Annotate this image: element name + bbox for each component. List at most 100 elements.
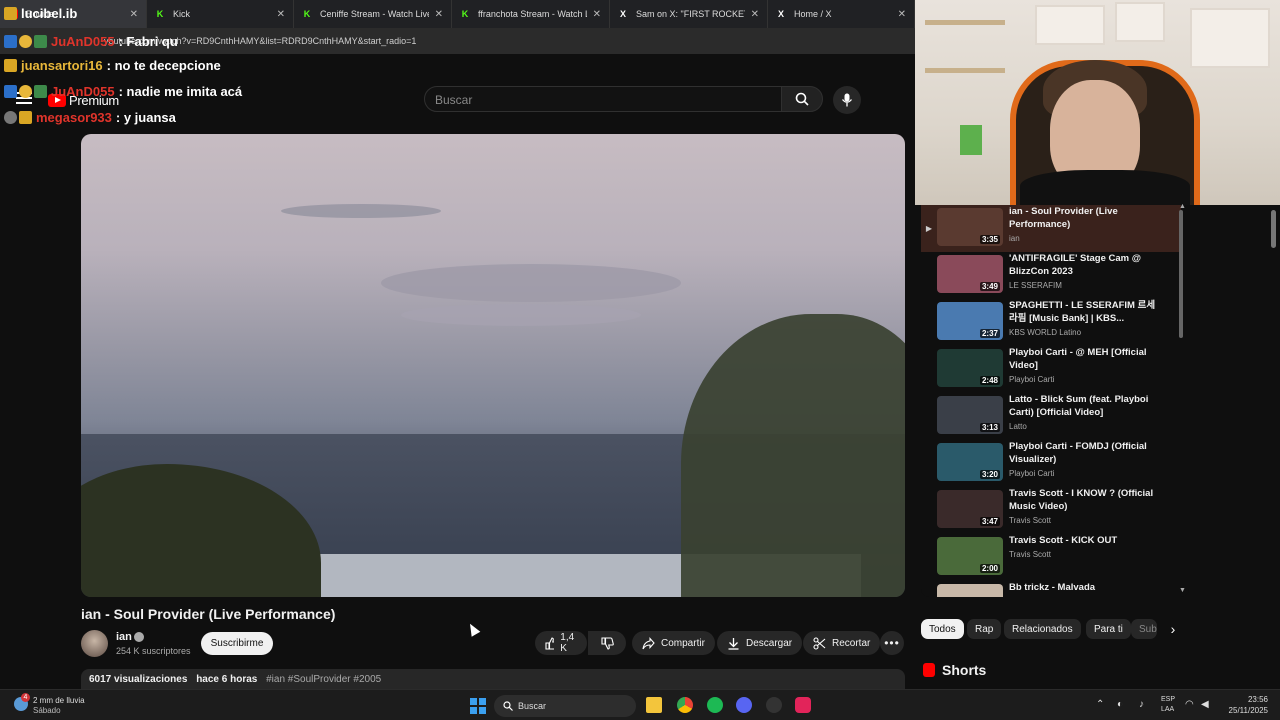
playlist-item[interactable]: 3:47 Travis Scott - I KNOW ? (Official Mu… (921, 487, 1181, 534)
chevron-up-icon[interactable]: ⌃ (1096, 699, 1104, 710)
more-actions-button[interactable]: ••• (880, 631, 904, 655)
playlist-item[interactable]: 2:37 SPAGHETTI - LE SSERAFIM 르세라핌 [Music … (921, 299, 1181, 346)
obs-icon[interactable] (766, 697, 782, 713)
video-thumbnail[interactable]: 3:13 (937, 396, 1003, 434)
close-tab-icon[interactable]: ✕ (898, 9, 906, 20)
wifi-icon[interactable]: ◠ (1185, 699, 1194, 710)
like-button[interactable]: 1,4 K (535, 631, 587, 655)
playlist-item-title[interactable]: Playboi Carti - @ MEH [Official Video] (1009, 346, 1157, 372)
playlist-item-title[interactable]: Playboi Carti - FOMDJ (Official Visualiz… (1009, 440, 1157, 466)
keyboard-layout[interactable]: LAA (1161, 706, 1174, 713)
playlist-item[interactable]: 2:00 Travis Scott - KICK OUT Travis Scott (921, 534, 1181, 581)
playlist-item-title[interactable]: Travis Scott - I KNOW ? (Official Music … (1009, 487, 1157, 513)
playlist-item-channel: Playboi Carti (1009, 375, 1055, 384)
video-duration: 2:37 (979, 329, 1000, 338)
playlist-item-title[interactable]: Travis Scott - KICK OUT (1009, 534, 1157, 547)
microphone-icon (841, 93, 853, 107)
clip-button[interactable]: Recortar (803, 631, 881, 655)
video-thumbnail[interactable]: 2:00 (937, 537, 1003, 575)
network-icon[interactable]: ◐ (1117, 699, 1123, 710)
spotify-icon[interactable] (707, 697, 723, 713)
language-code[interactable]: ESP (1161, 696, 1175, 703)
voice-search-button[interactable] (833, 86, 861, 114)
playlist-item[interactable]: 2:48 Playboi Carti - @ MEH [Official Vide… (921, 346, 1181, 393)
chat-username: lucibel.ib (21, 5, 78, 21)
drag-handle (921, 534, 937, 581)
clip-label: Recortar (832, 637, 871, 649)
browser-tab[interactable]: Kffranchota Stream - Watch Live ✕ (452, 0, 610, 28)
filter-chip[interactable]: Para ti (1086, 619, 1131, 639)
discord-icon[interactable] (736, 697, 752, 713)
search-input[interactable]: Buscar (424, 86, 782, 112)
weather-text[interactable]: 2 mm de lluvia (33, 696, 85, 705)
playlist-scrollbar[interactable] (1179, 210, 1183, 338)
playlist-item-title[interactable]: Latto - Blick Sum (feat. Playboi Carti) … (1009, 393, 1157, 419)
microphone-icon[interactable]: ♪ (1139, 699, 1144, 710)
chat-message: juansartori16: no te decepcione (4, 56, 221, 74)
windows-start-icon[interactable] (470, 698, 486, 714)
channel-avatar[interactable] (81, 630, 108, 657)
scroll-down-icon[interactable]: ▼ (1179, 587, 1186, 594)
scroll-up-icon[interactable]: ▲ (1179, 203, 1186, 210)
description-bar[interactable]: 6017 visualizaciones hace 6 horas #ian #… (81, 669, 905, 689)
browser-tab[interactable]: K Kick ✕ (147, 0, 294, 28)
weather-badge: 4 (21, 693, 30, 702)
file-explorer-icon[interactable] (646, 697, 662, 713)
filter-chip[interactable]: Rap (967, 619, 1002, 639)
clock-time[interactable]: 23:56 (1228, 695, 1268, 704)
chat-badge-icon (4, 34, 17, 48)
video-thumbnail[interactable]: 3:47 (937, 490, 1003, 528)
kick-icon: K (156, 9, 164, 19)
close-tab-icon[interactable]: ✕ (435, 9, 443, 20)
video-thumbnail[interactable]: 3:49 (937, 255, 1003, 293)
search-button[interactable] (781, 86, 823, 112)
video-thumbnail[interactable]: 3:20 (937, 443, 1003, 481)
chrome-icon[interactable] (677, 697, 693, 713)
shorts-icon (923, 663, 935, 677)
chat-badge-icon (4, 6, 17, 20)
share-button[interactable]: Compartir (632, 631, 715, 655)
chat-username: JuAnD055 (51, 83, 115, 99)
browser-tab[interactable]: K Ceniffe Stream - Watch Live on ✕ (294, 0, 452, 28)
playlist-item[interactable]: ▶ 3:35 ian - Soul Provider (Live Performan… (921, 205, 1181, 252)
filter-chip[interactable]: Relacionados (1004, 619, 1081, 639)
shorts-heading: Shorts (942, 662, 987, 678)
chat-badge-icon (34, 84, 47, 98)
video-thumbnail[interactable]: 2:48 (937, 349, 1003, 387)
clock-date[interactable]: 25/11/2025 (1218, 706, 1268, 715)
browser-tab[interactable]: X Home / X ✕ (768, 0, 915, 28)
close-tab-icon[interactable]: ✕ (130, 9, 138, 20)
drag-handle (921, 346, 937, 393)
subscribe-button[interactable]: Suscribirme (201, 632, 273, 655)
chevron-right-icon[interactable]: › (1163, 619, 1183, 639)
filter-chip[interactable]: Sub (1131, 619, 1157, 639)
close-tab-icon[interactable]: ✕ (277, 9, 285, 20)
dislike-button[interactable] (588, 631, 626, 655)
close-tab-icon[interactable]: ✕ (751, 9, 759, 20)
close-tab-icon[interactable]: ✕ (593, 9, 601, 20)
filter-chip[interactable]: Todos (921, 619, 964, 639)
browser-tab[interactable]: X Sam on X: "FIRST ROCKET LEAG ✕ (610, 0, 768, 28)
playlist-item[interactable]: Bb trickz - MalvadaBb trickz (921, 581, 1181, 597)
video-thumbnail[interactable] (937, 584, 1003, 597)
hashtags[interactable]: #ian #SoulProvider #2005 (266, 674, 381, 685)
taskbar-search-label: Buscar (518, 701, 547, 711)
playlist-item-title[interactable]: Bb trickz - Malvada (1009, 581, 1157, 594)
video-player[interactable] (81, 134, 905, 597)
volume-icon[interactable]: ◀ (1201, 699, 1209, 710)
channel-name[interactable]: ian (116, 631, 132, 643)
more-icon: ••• (884, 636, 900, 650)
download-button[interactable]: Descargar (717, 631, 803, 655)
video-thumbnail[interactable]: 3:35 (937, 208, 1003, 246)
taskbar-search[interactable]: Buscar (494, 695, 636, 717)
playlist-item[interactable]: 3:13 Latto - Blick Sum (feat. Playboi Car… (921, 393, 1181, 440)
playlist-item-title[interactable]: SPAGHETTI - LE SSERAFIM 르세라핌 [Music Bank… (1009, 299, 1157, 325)
playlist-item-channel: KBS WORLD Latino (1009, 328, 1082, 337)
video-thumbnail[interactable]: 2:37 (937, 302, 1003, 340)
tiktok-icon[interactable] (795, 697, 811, 713)
playlist-item-title[interactable]: ian - Soul Provider (Live Performance) (1009, 205, 1157, 231)
page-scrollbar[interactable] (1271, 210, 1276, 248)
playlist-item[interactable]: 3:20 Playboi Carti - FOMDJ (Official Visu… (921, 440, 1181, 487)
playlist-item-title[interactable]: 'ANTIFRAGILE' Stage Cam @ BlizzCon 2023 (1009, 252, 1157, 278)
playlist-item[interactable]: 3:49 'ANTIFRAGILE' Stage Cam @ BlizzCon 2… (921, 252, 1181, 299)
